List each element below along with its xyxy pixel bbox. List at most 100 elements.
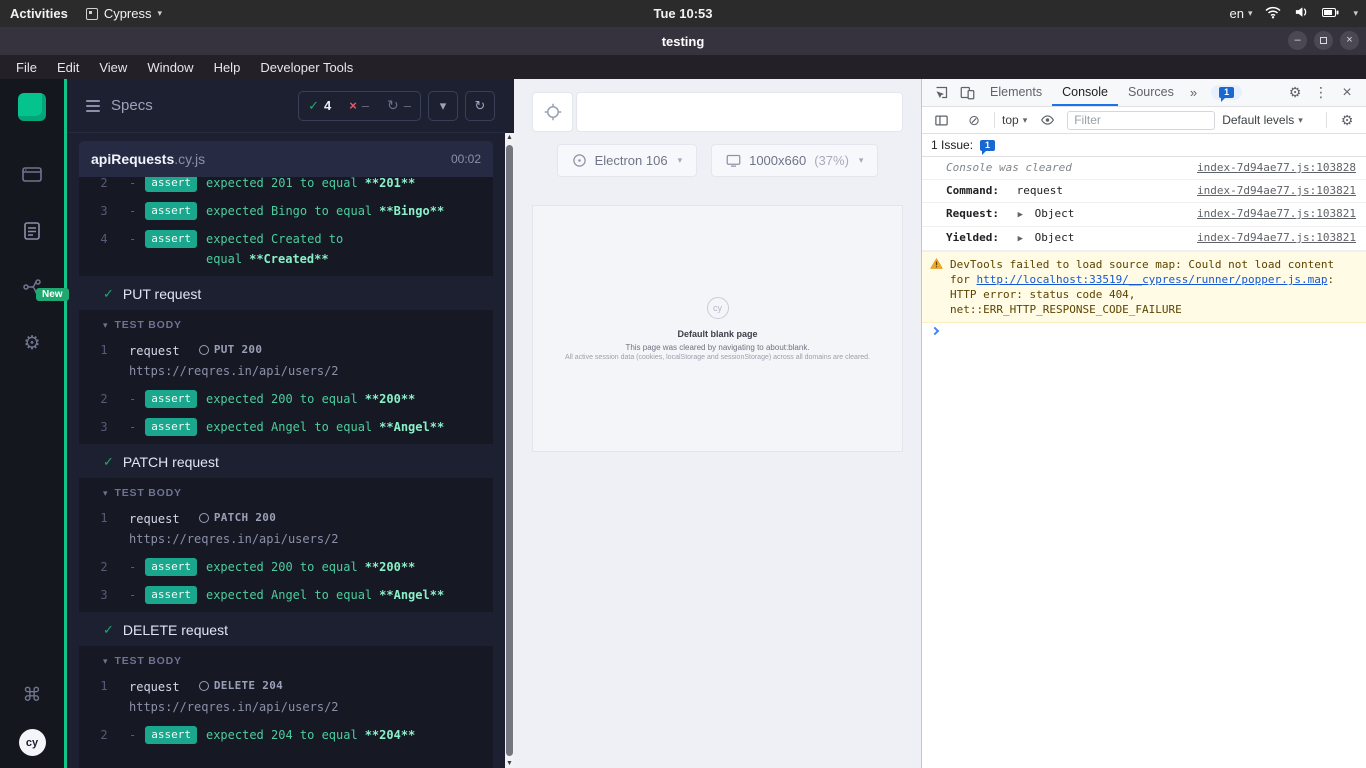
source-link[interactable]: index-7d94ae77.js:103821 [1197, 184, 1356, 198]
live-expression-eye-icon[interactable] [1034, 107, 1060, 133]
assert-command-row[interactable]: 2 - assert expected 200 to equal **200** [79, 553, 493, 581]
hook-test-body[interactable]: ▾ TEST BODY [79, 313, 493, 336]
maximize-button[interactable] [1314, 31, 1333, 50]
devtools-tab-bar: Elements Console Sources » 1 ⚙ ⋮ × [922, 79, 1366, 107]
command-name: request [129, 512, 180, 526]
log-levels-dropdown[interactable]: Default levels ▾ [1222, 113, 1303, 127]
test-stats[interactable]: ✓ 4 × – ↻ – [298, 90, 421, 121]
command-number: 1 [100, 679, 108, 693]
menu-help[interactable]: Help [204, 55, 251, 79]
keyboard-shortcuts-icon[interactable]: ⌘ [16, 679, 48, 711]
disclosure-triangle-icon[interactable]: ▶ [1018, 234, 1023, 244]
console-prompt[interactable] [922, 323, 1366, 339]
source-link[interactable]: index-7d94ae77.js:103828 [1197, 161, 1356, 175]
source-link[interactable]: index-7d94ae77.js:103821 [1197, 207, 1356, 221]
cypress-avatar-logo[interactable]: cy [18, 729, 46, 756]
hook-test-body[interactable]: ▾ TEST BODY [79, 649, 493, 672]
test-title-label: DELETE request [122, 622, 228, 638]
collapse-tests-button[interactable]: ▾ [428, 90, 458, 121]
javascript-context-dropdown[interactable]: top ▾ [1002, 113, 1027, 127]
battery-icon[interactable] [1322, 6, 1340, 21]
tab-elements[interactable]: Elements [980, 79, 1052, 106]
collapse-sidebar-icon[interactable] [86, 97, 100, 115]
selector-playground-button[interactable] [532, 92, 573, 132]
new-badge: New [36, 288, 69, 301]
request-command-row[interactable]: 1 request DELETE 204 https://reqres.in/a… [79, 672, 493, 721]
issues-bar[interactable]: 1 Issue: 1 [922, 134, 1366, 157]
test-title[interactable]: ✓ DELETE request [79, 612, 493, 646]
app-indicator[interactable]: Cypress ▾ [85, 6, 162, 21]
specs-list-icon[interactable] [16, 215, 48, 247]
console-settings-gear-icon[interactable]: ⚙ [1334, 107, 1360, 133]
test-title[interactable]: ✓ PATCH request [79, 444, 493, 478]
volume-icon[interactable] [1294, 6, 1309, 21]
more-tabs-icon[interactable]: » [1184, 85, 1203, 100]
close-button[interactable]: × [1340, 31, 1359, 50]
browsers-icon[interactable] [16, 159, 48, 191]
command-number: 3 [100, 204, 108, 218]
disclosure-triangle-icon[interactable]: ▶ [1018, 210, 1023, 220]
rerun-tests-button[interactable]: ↻ [465, 90, 495, 121]
spec-header[interactable]: apiRequests .cy.js 00:02 [79, 141, 493, 177]
source-map-link[interactable]: http://localhost:33519/__cypress/runner/… [977, 273, 1328, 286]
minimize-button[interactable]: – [1288, 31, 1307, 50]
assert-command-row[interactable]: 2 - assert expected 201 to equal **201** [79, 177, 493, 197]
passed-count: 4 [323, 98, 332, 113]
device-toolbar-icon[interactable] [954, 80, 980, 106]
hook-label: TEST BODY [114, 319, 182, 331]
assert-command-row[interactable]: 3 - assert expected Angel to equal **Ange… [79, 581, 493, 609]
assert-command-row[interactable]: 3 - assert expected Bingo to equal **Bing… [79, 197, 493, 225]
assert-badge: assert [145, 230, 197, 248]
system-menu-chevron-icon[interactable]: ▾ [1353, 8, 1358, 19]
aut-url-input[interactable] [576, 92, 903, 132]
failed-count: – [361, 98, 370, 113]
wifi-icon[interactable] [1265, 6, 1281, 22]
hook-test-body[interactable]: ▾ TEST BODY [79, 481, 493, 504]
chevron-down-icon: ▾ [858, 155, 864, 165]
check-icon: ✓ [308, 97, 319, 113]
scrollbar-thumb[interactable] [506, 145, 513, 756]
request-command-row[interactable]: 1 request PUT 200 https://reqres.in/api/… [79, 336, 493, 385]
menu-file[interactable]: File [6, 55, 47, 79]
console-filter-input[interactable] [1067, 110, 1216, 130]
settings-gear-icon[interactable]: ⚙ [16, 327, 48, 359]
tab-console[interactable]: Console [1052, 79, 1118, 106]
devtools-settings-gear-icon[interactable]: ⚙ [1282, 80, 1308, 106]
tab-sources[interactable]: Sources [1118, 79, 1184, 106]
scroll-down-arrow-icon[interactable]: ▼ [505, 760, 514, 767]
assert-command-row[interactable]: 2 - assert expected 200 to equal **200** [79, 385, 493, 413]
assert-command-row[interactable]: 4 - assert expected Created to equal **Cr… [79, 225, 493, 273]
browser-selector-button[interactable]: Electron 106 ▾ [556, 144, 698, 177]
console-sidebar-icon[interactable] [928, 107, 954, 133]
spec-duration: 00:02 [450, 152, 481, 166]
devtools-close-icon[interactable]: × [1334, 80, 1360, 106]
issues-counter[interactable]: 1 [1211, 85, 1243, 102]
inspect-element-icon[interactable] [928, 80, 954, 106]
assert-command-row[interactable]: 2 - assert expected 204 to equal **204** [79, 721, 493, 749]
devtools-kebab-menu-icon[interactable]: ⋮ [1308, 80, 1334, 106]
request-command-row[interactable]: 1 request PATCH 200 https://reqres.in/ap… [79, 504, 493, 553]
console-row-command: Command: request index-7d94ae77.js:10382… [922, 180, 1366, 203]
zoom-percent: (37%) [814, 153, 849, 168]
clock[interactable]: Tue 10:53 [653, 6, 712, 21]
test-title[interactable]: ✓ PUT request [79, 276, 493, 310]
separator [994, 112, 995, 128]
reporter-scrollbar[interactable]: ▲ ▼ [505, 133, 514, 768]
menu-developer-tools[interactable]: Developer Tools [250, 55, 363, 79]
console-toolbar: ⊘ top ▾ Default levels ▾ ⚙ [922, 107, 1366, 134]
activities-button[interactable]: Activities [10, 6, 68, 21]
command-number: 2 [100, 177, 108, 190]
menu-edit[interactable]: Edit [47, 55, 89, 79]
source-link[interactable]: index-7d94ae77.js:103821 [1197, 231, 1356, 245]
assert-command-row[interactable]: 3 - assert expected Angel to equal **Ange… [79, 413, 493, 441]
specs-title: Specs [111, 97, 153, 114]
scroll-up-arrow-icon[interactable]: ▲ [505, 134, 514, 141]
menu-window[interactable]: Window [137, 55, 203, 79]
keyboard-layout-indicator[interactable]: en ▾ [1229, 6, 1252, 21]
debug-icon[interactable]: New [16, 271, 69, 303]
stat-passed: ✓ 4 [299, 98, 340, 114]
clear-console-icon[interactable]: ⊘ [961, 107, 987, 133]
viewport-size-button[interactable]: 1000x660 (37%) ▾ [711, 144, 879, 177]
menu-view[interactable]: View [89, 55, 137, 79]
console-row-request: Request: ▶ Object index-7d94ae77.js:1038… [922, 203, 1366, 227]
